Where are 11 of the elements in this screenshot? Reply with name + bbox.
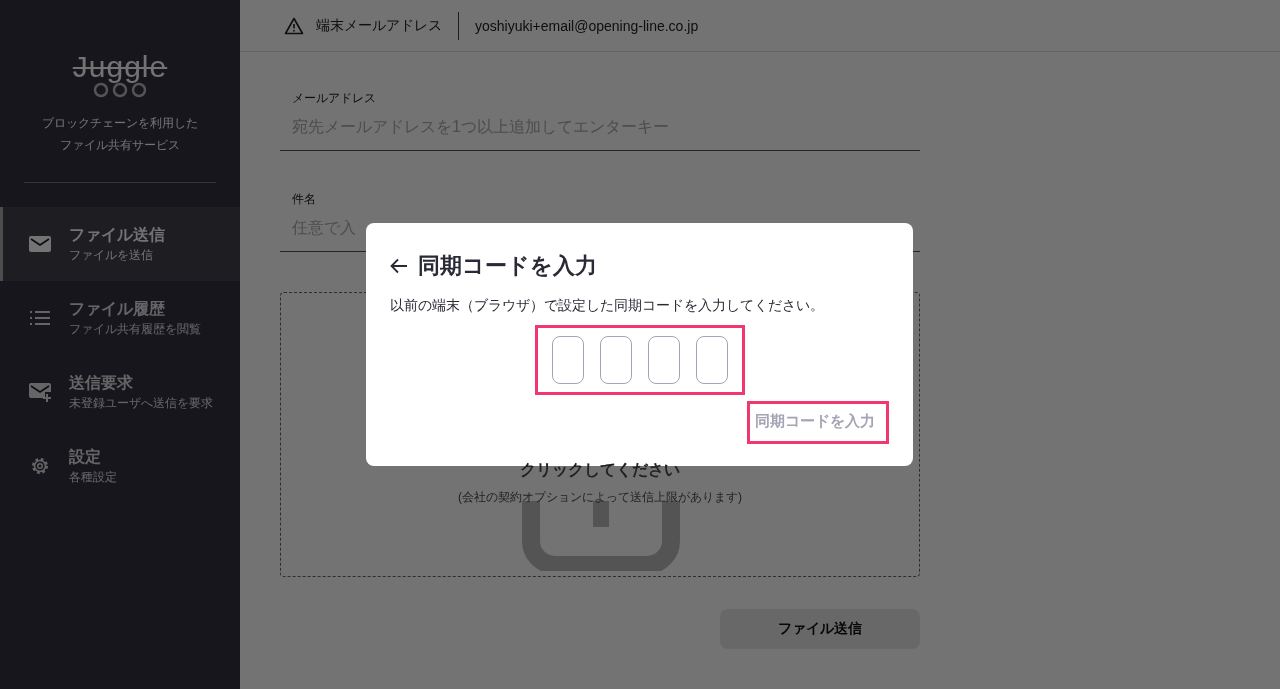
field-label: 件名 bbox=[292, 191, 317, 207]
drop-zone-title: クリックしてください bbox=[520, 460, 680, 480]
field-label: メールアドレス bbox=[292, 90, 377, 106]
dialog-title: 同期コードを入力 bbox=[418, 252, 597, 280]
tagline: ブロックチェーンを利用した bbox=[42, 115, 198, 132]
device-email-label: 端末メールアドレス bbox=[316, 16, 442, 35]
dialog-message: 以前の端末（ブラウザ）で設定した同期コードを入力してください。 bbox=[390, 296, 825, 315]
upload-limit-note: (会社の契約オプションによって送信上限があります) bbox=[458, 489, 742, 506]
logo-text: Juggle bbox=[72, 52, 168, 82]
device-email: yoshiyuki+email@opening-line.co.jp bbox=[475, 17, 699, 34]
tagline: ファイル共有サービス bbox=[60, 137, 180, 154]
